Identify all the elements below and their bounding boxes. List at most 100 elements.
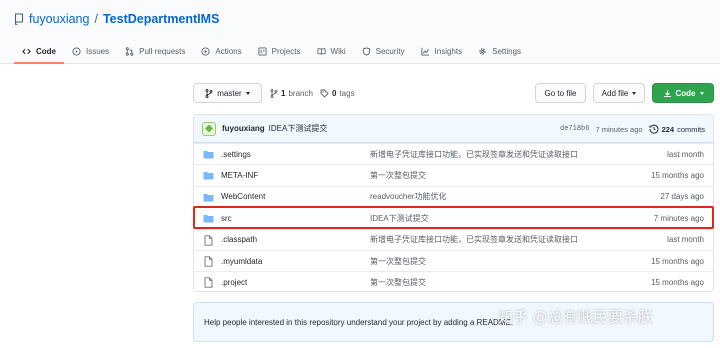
file-age: 15 months ago <box>651 278 704 288</box>
file-age: 27 days ago <box>660 192 704 202</box>
tab-code-label: Code <box>36 46 56 56</box>
file-name-link[interactable]: .myumldata <box>221 257 262 266</box>
tab-code[interactable]: Code <box>14 40 64 64</box>
go-to-file-button[interactable]: Go to file <box>535 83 586 103</box>
file-row[interactable]: META-INF 第一次整包提交 15 months ago <box>194 164 713 185</box>
tab-wiki[interactable]: Wiki <box>309 40 354 64</box>
chevron-down-icon <box>632 91 637 95</box>
add-file-label: Add file <box>601 88 629 98</box>
issue-icon <box>72 46 81 56</box>
avatar[interactable] <box>202 121 216 136</box>
file-icon <box>204 256 213 267</box>
tag-icon <box>320 89 329 98</box>
file-age: last month <box>667 149 704 159</box>
branch-count-label: branch <box>288 88 313 98</box>
file-name-link[interactable]: src <box>221 214 232 223</box>
code-button-label: Code <box>675 88 696 98</box>
file-row[interactable]: WebContent readvoucher功能优化 27 days ago <box>194 185 713 207</box>
chevron-down-icon <box>245 91 250 95</box>
branch-count: 1 <box>281 88 286 98</box>
repo-title: fuyouxiang / TestDepartmentIMS <box>14 11 219 27</box>
project-icon <box>258 46 267 56</box>
file-commit-message[interactable]: 新增电子凭证库接口功能，已实现签章发送和凭证读取接口 <box>370 234 578 245</box>
commit-author-link[interactable]: fuyouxiang <box>222 124 265 133</box>
tab-pull-requests-label: Pull requests <box>139 46 186 56</box>
graph-icon <box>420 47 429 56</box>
latest-commit-bar: fuyouxiang IDEA下测试提交 de718b6 7 minutes a… <box>194 115 713 143</box>
folder-icon <box>203 215 214 223</box>
add-file-button[interactable]: Add file <box>593 83 645 103</box>
play-icon <box>201 46 210 56</box>
commit-message-link[interactable]: IDEA下测试提交 <box>269 123 328 134</box>
file-age: last month <box>667 235 704 245</box>
tab-settings[interactable]: Settings <box>470 40 529 64</box>
branches-link[interactable]: 1 branch <box>270 83 313 103</box>
folder-icon <box>203 151 214 159</box>
file-list-box: fuyouxiang IDEA下测试提交 de718b6 7 minutes a… <box>193 114 714 292</box>
code-icon <box>22 48 31 54</box>
pull-request-icon <box>125 46 134 56</box>
repo-name-link[interactable]: TestDepartmentIMS <box>103 12 219 26</box>
chevron-down-icon <box>699 91 704 95</box>
file-commit-message[interactable]: 新增电子凭证库接口功能，已实现签章发送和凭证读取接口 <box>370 149 578 160</box>
tag-count-label: tags <box>339 88 355 98</box>
file-age: 15 months ago <box>651 256 704 266</box>
file-age: 15 months ago <box>651 171 704 181</box>
commit-sha-link[interactable]: de718b6 <box>560 125 589 133</box>
branch-icon <box>270 88 278 98</box>
commit-meta: de718b6 7 minutes ago 224 commits <box>560 115 705 143</box>
commits-history-link[interactable]: 224 commits <box>648 124 705 134</box>
file-name-link[interactable]: .project <box>221 278 247 287</box>
commit-count-label: commits <box>677 124 705 134</box>
repo-nav-tabs: Code Issues Pull requests Actions Projec… <box>14 40 529 64</box>
file-row[interactable]: .settings 新增电子凭证库接口功能，已实现签章发送和凭证读取接口 las… <box>194 143 713 164</box>
branch-icon <box>205 88 213 98</box>
tab-insights-label: Insights <box>434 46 463 56</box>
file-name-link[interactable]: .settings <box>221 150 251 159</box>
file-row[interactable]: .project 第一次整包提交 15 months ago <box>194 271 713 291</box>
file-icon <box>204 234 213 246</box>
folder-icon <box>203 172 214 180</box>
tags-link[interactable]: 0 tags <box>320 83 355 103</box>
file-row[interactable]: .myumldata 第一次整包提交 15 months ago <box>194 249 713 271</box>
file-name-link[interactable]: META-INF <box>221 171 258 180</box>
tab-insights[interactable]: Insights <box>413 40 471 64</box>
tab-projects[interactable]: Projects <box>250 40 309 64</box>
tab-issues-label: Issues <box>86 46 110 56</box>
gear-icon <box>479 47 486 55</box>
repo-separator: / <box>94 12 98 26</box>
file-commit-message[interactable]: 第一次整包提交 <box>370 277 426 288</box>
file-icon <box>204 277 213 288</box>
tab-projects-label: Projects <box>271 46 301 56</box>
tab-pull-requests[interactable]: Pull requests <box>117 40 193 64</box>
folder-icon <box>203 193 214 202</box>
watermark: 知乎 @总有贱民要杀朕 <box>498 308 653 326</box>
repo-icon <box>14 13 24 25</box>
repo-header: fuyouxiang / TestDepartmentIMS Code Issu… <box>0 0 720 64</box>
file-name-link[interactable]: .classpath <box>221 235 257 244</box>
file-commit-message[interactable]: IDEA下测试提交 <box>370 213 429 224</box>
shield-icon <box>362 46 370 56</box>
code-download-button[interactable]: Code <box>652 83 714 103</box>
tab-settings-label: Settings <box>492 46 522 56</box>
tab-actions[interactable]: Actions <box>193 40 249 64</box>
commit-count: 224 <box>661 124 675 134</box>
file-commit-message[interactable]: 第一次整包提交 <box>370 256 426 267</box>
file-navigation: master 1 branch 0 tags Go to file Add fi… <box>193 83 714 103</box>
branch-name: master <box>217 88 242 98</box>
readme-prompt-text: Help people interested in this repositor… <box>204 317 514 327</box>
repo-owner-link[interactable]: fuyouxiang <box>29 12 89 26</box>
history-icon <box>648 124 659 134</box>
file-commit-message[interactable]: readvoucher功能优化 <box>370 191 446 202</box>
tab-security[interactable]: Security <box>354 40 413 64</box>
file-row[interactable]: src IDEA下测试提交 7 minutes ago <box>194 207 713 228</box>
branch-select-button[interactable]: master <box>193 83 262 103</box>
tab-issues[interactable]: Issues <box>64 40 117 64</box>
tab-wiki-label: Wiki <box>330 46 346 56</box>
tag-count: 0 <box>332 88 337 98</box>
file-commit-message[interactable]: 第一次整包提交 <box>370 170 426 181</box>
tab-security-label: Security <box>375 46 405 56</box>
file-name-link[interactable]: WebContent <box>221 192 265 201</box>
file-row[interactable]: .classpath 新增电子凭证库接口功能，已实现签章发送和凭证读取接口 la… <box>194 228 713 250</box>
tab-actions-label: Actions <box>215 46 242 56</box>
